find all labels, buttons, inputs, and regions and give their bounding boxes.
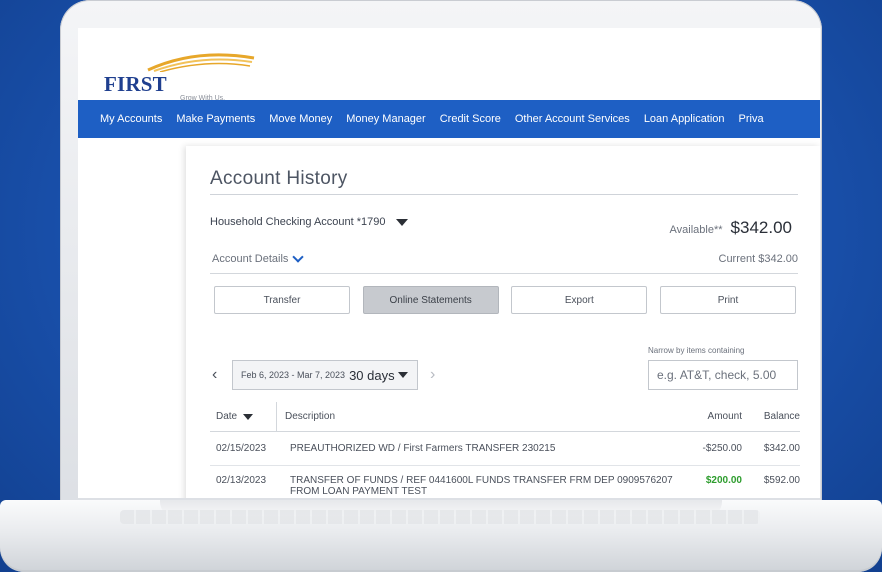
- nav-my-accounts[interactable]: My Accounts: [100, 113, 162, 125]
- available-label: Available**: [669, 224, 723, 236]
- date-range-selector[interactable]: Feb 6, 2023 - Mar 7, 2023 30 days: [232, 360, 418, 390]
- export-button[interactable]: Export: [511, 286, 648, 314]
- main-nav: My Accounts Make Payments Move Money Mon…: [78, 100, 820, 138]
- online-statements-button[interactable]: Online Statements: [362, 286, 499, 314]
- table-row[interactable]: 02/13/2023 TRANSFER OF FUNDS / REF 04416…: [210, 466, 800, 498]
- row-amount: -$250.00: [702, 443, 742, 454]
- row-description: TRANSFER OF FUNDS / REF 0441600L FUNDS T…: [290, 475, 673, 497]
- transactions-table: Date Description Amount Balance 02/15/20…: [210, 401, 800, 498]
- available-value: $342.00: [730, 218, 792, 237]
- page-title: Account History: [210, 168, 348, 189]
- laptop-keyboard-edge: [120, 510, 760, 524]
- account-details-label: Account Details: [212, 253, 289, 265]
- nav-other-account-services[interactable]: Other Account Services: [515, 113, 630, 125]
- account-details-row: Account Details Current $342.00: [210, 250, 798, 274]
- caret-down-icon: [397, 372, 408, 378]
- print-button[interactable]: Print: [659, 286, 796, 314]
- table-header: Date Description Amount Balance: [210, 401, 800, 432]
- date-next-icon[interactable]: ›: [430, 366, 435, 384]
- logo-swoosh-icon: [147, 53, 255, 72]
- nav-make-payments[interactable]: Make Payments: [176, 113, 255, 125]
- description-header: Description: [285, 411, 336, 422]
- sort-caret-icon: [243, 413, 254, 420]
- first-farmers-logo[interactable]: FIRST FARMERS. Grow With Us.: [104, 50, 274, 121]
- title-divider: [210, 194, 798, 195]
- row-balance: $592.00: [763, 475, 800, 486]
- amount-header: Amount: [707, 411, 742, 422]
- balance-header: Balance: [763, 411, 800, 422]
- row-date: 02/13/2023: [216, 475, 267, 486]
- row-amount: $200.00: [705, 475, 742, 486]
- nav-credit-score[interactable]: Credit Score: [440, 113, 501, 125]
- row-description: PREAUTHORIZED WD / First Farmers TRANSFE…: [290, 443, 556, 454]
- nav-money-manager[interactable]: Money Manager: [346, 113, 426, 125]
- account-selector-label: Household Checking Account *1790: [210, 216, 386, 228]
- row-date: 02/15/2023: [216, 443, 267, 454]
- date-range-text: Feb 6, 2023 - Mar 7, 2023: [241, 370, 346, 380]
- table-row[interactable]: 02/15/2023 PREAUTHORIZED WD / First Farm…: [210, 432, 800, 466]
- row-balance: $342.00: [763, 443, 800, 454]
- account-history-panel: Account History Household Checking Accou…: [186, 146, 820, 498]
- narrow-label: Narrow by items containing: [648, 346, 745, 355]
- date-header-label: Date: [216, 411, 238, 422]
- chevron-down-icon: [292, 251, 305, 263]
- narrow-search-input[interactable]: [648, 360, 798, 390]
- date-column-header[interactable]: Date: [210, 411, 276, 422]
- date-prev-icon[interactable]: ‹: [212, 366, 217, 384]
- nav-move-money[interactable]: Move Money: [269, 113, 332, 125]
- current-balance: Current $342.00: [718, 253, 799, 265]
- account-details-toggle[interactable]: Account Details: [212, 251, 305, 265]
- available-balance: Available** $342.00: [670, 218, 792, 238]
- action-buttons: Transfer Online Statements Export Print: [214, 286, 796, 314]
- date-days-text: 30 days: [349, 367, 395, 383]
- transfer-button[interactable]: Transfer: [214, 286, 350, 314]
- caret-down-icon: [395, 218, 408, 226]
- account-selector[interactable]: Household Checking Account *1790: [210, 216, 408, 228]
- nav-privacy[interactable]: Priva: [739, 113, 764, 125]
- nav-loan-application[interactable]: Loan Application: [644, 113, 725, 125]
- laptop-screen: FIRST FARMERS. Grow With Us. My Accounts…: [78, 28, 820, 498]
